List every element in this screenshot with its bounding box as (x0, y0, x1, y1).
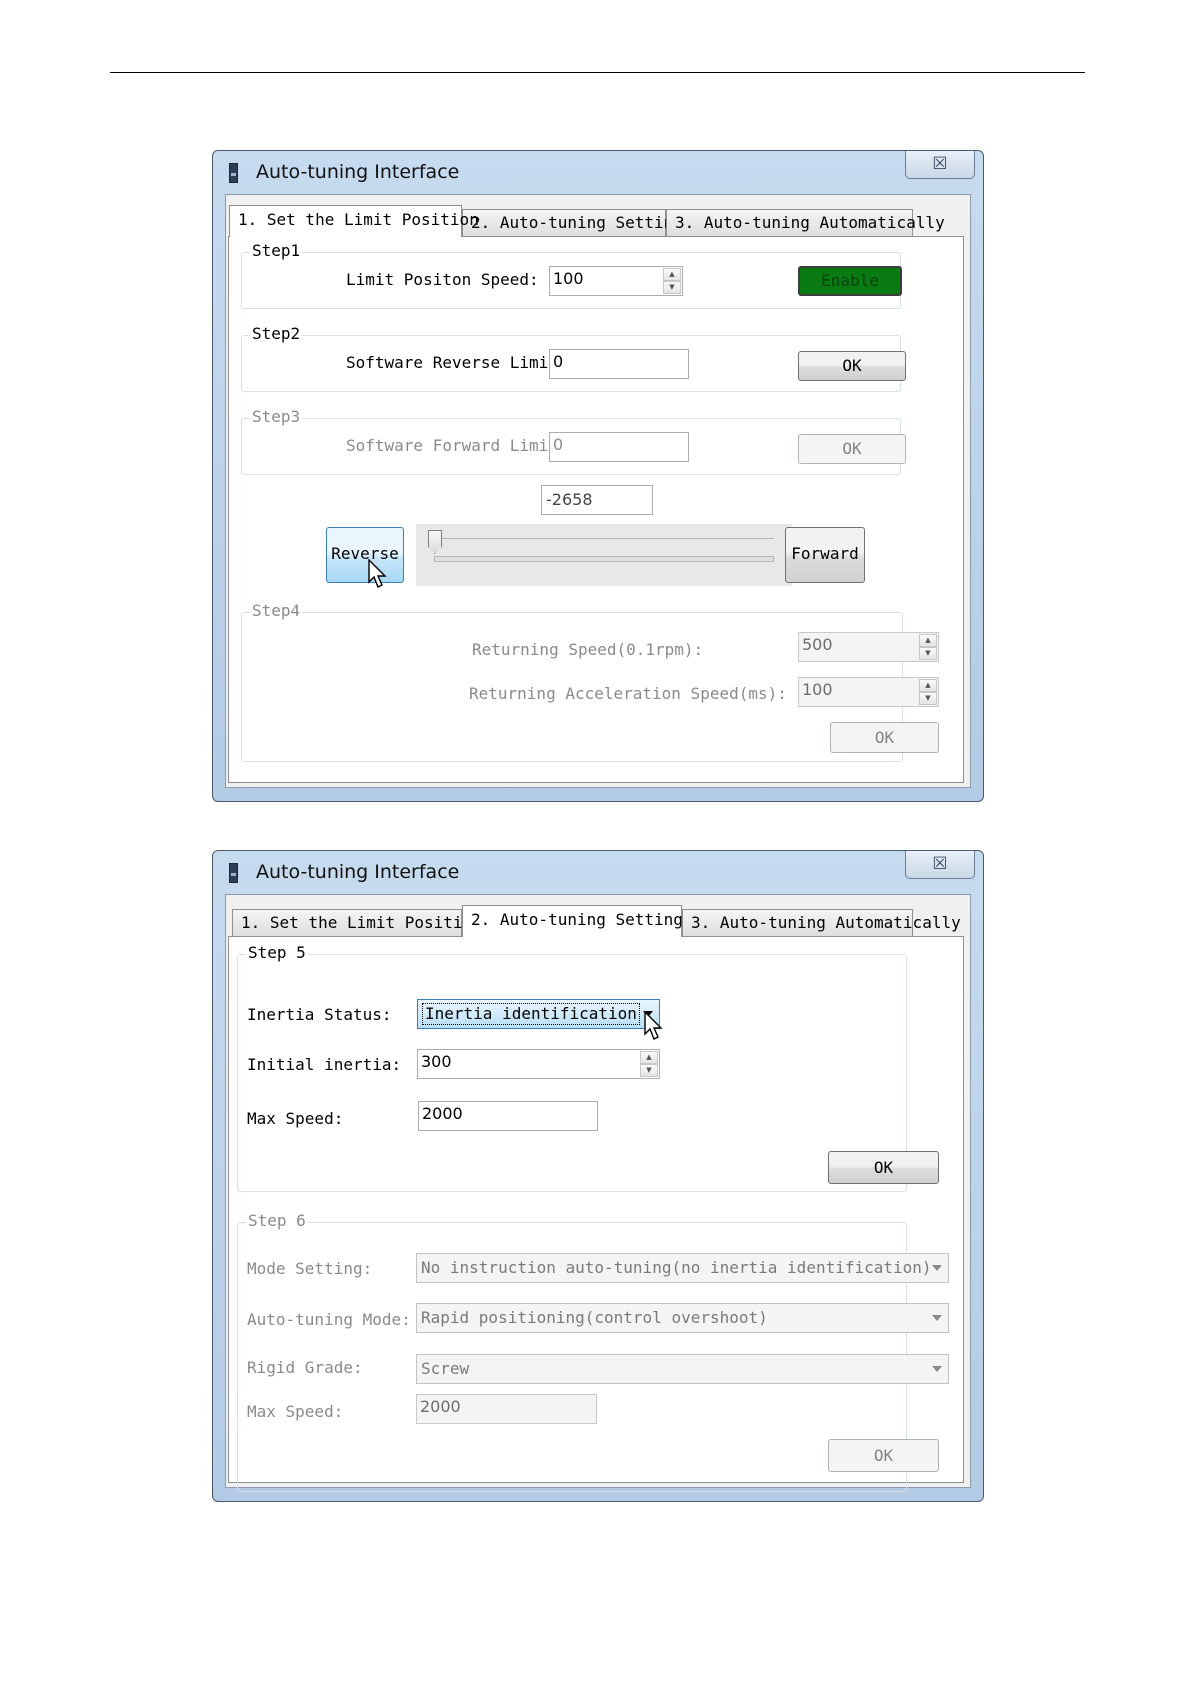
chevron-down-icon (932, 1366, 942, 1372)
chevron-down-icon (932, 1315, 942, 1321)
reverse-button[interactable]: Reverse (326, 527, 404, 583)
returning-accel-value: 100 (802, 680, 833, 699)
autotune-mode-label: Auto-tuning Mode: (247, 1310, 411, 1329)
window-title: Auto-tuning Interface (256, 861, 460, 883)
step3-group: Step3 Software Forward Limit: 0 OK (241, 407, 906, 475)
step5-ok-button[interactable]: OK (828, 1151, 939, 1184)
step1-group: Step1 Limit Positon Speed: 100 ▲ ▼ Enable (241, 241, 902, 309)
tab-strip: 1. Set the Limit Position 2. Auto-tuning… (228, 205, 964, 237)
returning-accel-spinner[interactable]: ▲ ▼ (919, 679, 937, 705)
returning-accel-input[interactable]: 100 ▲ ▼ (798, 677, 939, 707)
tab-auto-tuning-automatically[interactable]: 3. Auto-tuning Automatically (682, 909, 961, 936)
step6-group: Step 6 Mode Setting: No instruction auto… (237, 1211, 949, 1492)
title-bar[interactable]: Auto-tuning Interface ☒ (213, 151, 983, 193)
forward-button[interactable]: Forward (785, 527, 865, 583)
mouse-cursor-icon (368, 559, 387, 588)
autotune-mode-select[interactable]: Rapid positioning(control overshoot) (416, 1303, 949, 1333)
forward-limit-label: Software Forward Limit: (346, 436, 568, 455)
initial-inertia-input[interactable]: 300 ▲ ▼ (417, 1049, 660, 1079)
mode-setting-value: No instruction auto-tuning(no inertia id… (421, 1258, 932, 1277)
page-top-rule (110, 72, 1085, 73)
inertia-status-value: Inertia identification (422, 1003, 640, 1025)
reverse-limit-label: Software Reverse Limit: (346, 353, 568, 372)
tab-strip: 1. Set the Limit Position 2. Auto-tuning… (228, 905, 964, 937)
step1-title: Step1 (250, 241, 303, 260)
jog-slider[interactable] (416, 524, 792, 586)
step6-title: Step 6 (246, 1211, 308, 1230)
tab-set-limit-position[interactable]: 1. Set the Limit Position (229, 205, 479, 237)
step6-ok-button[interactable]: OK (828, 1439, 939, 1472)
tab-set-limit-position[interactable]: 1. Set the Limit Position (232, 909, 482, 936)
returning-speed-spinner[interactable]: ▲ ▼ (919, 634, 937, 660)
tab-auto-tuning-setting[interactable]: 2. Auto-tuning Setting (462, 209, 683, 236)
slider-tick-line (434, 538, 774, 539)
position-readout: -2658 (541, 485, 653, 515)
tab-panel-auto-tuning-setting: Step 5 Inertia Status: Inertia identific… (228, 936, 964, 1492)
mouse-cursor-icon (644, 1011, 663, 1040)
window-title: Auto-tuning Interface (256, 161, 460, 183)
autotune-mode-value: Rapid positioning(control overshoot) (421, 1308, 768, 1327)
spin-up-icon[interactable]: ▲ (663, 268, 681, 281)
app-icon (229, 163, 238, 183)
spin-up-icon[interactable]: ▲ (919, 679, 937, 692)
limit-speed-spinner[interactable]: ▲ ▼ (663, 268, 681, 294)
tab-auto-tuning-setting[interactable]: 2. Auto-tuning Setting (462, 905, 683, 937)
rigid-grade-value: Screw (421, 1359, 470, 1378)
window-client: 1. Set the Limit Position 2. Auto-tuning… (225, 894, 971, 1492)
step4-group: Step4 Returning Speed(0.1rpm): 500 ▲ ▼ Re… (241, 601, 939, 762)
max-speed-label: Max Speed: (247, 1109, 344, 1128)
forward-limit-input[interactable]: 0 (549, 432, 689, 462)
step2-title: Step2 (250, 324, 303, 343)
tab-auto-tuning-automatically[interactable]: 3. Auto-tuning Automatically (666, 209, 945, 236)
spin-up-icon[interactable]: ▲ (640, 1051, 658, 1064)
enable-button[interactable]: Enable (798, 266, 902, 296)
slider-track (434, 556, 774, 562)
step4-title: Step4 (250, 601, 303, 620)
spin-down-icon[interactable]: ▼ (919, 647, 937, 660)
app-icon (229, 863, 238, 883)
spin-down-icon[interactable]: ▼ (640, 1064, 658, 1077)
spin-down-icon[interactable]: ▼ (663, 281, 681, 294)
returning-speed-value: 500 (802, 635, 833, 654)
step4-ok-button[interactable]: OK (830, 722, 939, 753)
initial-inertia-spinner[interactable]: ▲ ▼ (640, 1051, 658, 1077)
auto-tuning-window-1: Auto-tuning Interface ☒ 1. Set the Limit… (212, 150, 984, 802)
rigid-grade-label: Rigid Grade: (247, 1358, 363, 1377)
step2-ok-button[interactable]: OK (798, 351, 906, 381)
step5-title: Step 5 (246, 943, 308, 962)
step5-group: Step 5 Inertia Status: Inertia identific… (237, 943, 939, 1192)
reverse-limit-input[interactable]: 0 (549, 349, 689, 379)
returning-speed-input[interactable]: 500 ▲ ▼ (798, 632, 939, 662)
step2-group: Step2 Software Reverse Limit: 0 OK (241, 324, 906, 392)
returning-speed-label: Returning Speed(0.1rpm): (472, 640, 704, 659)
slider-thumb[interactable] (428, 530, 442, 554)
returning-accel-label: Returning Acceleration Speed(ms): (469, 684, 787, 703)
inertia-status-label: Inertia Status: (247, 1005, 392, 1024)
tab-panel-limit-position: Step1 Limit Positon Speed: 100 ▲ ▼ Enable… (228, 236, 964, 783)
window-client: 1. Set the Limit Position 2. Auto-tuning… (225, 194, 971, 788)
step6-max-speed-input[interactable]: 2000 (416, 1394, 597, 1424)
title-bar[interactable]: Auto-tuning Interface ☒ (213, 851, 983, 893)
initial-inertia-label: Initial inertia: (247, 1055, 402, 1074)
chevron-down-icon (932, 1265, 942, 1271)
spin-up-icon[interactable]: ▲ (919, 634, 937, 647)
spin-down-icon[interactable]: ▼ (919, 692, 937, 705)
limit-speed-value: 100 (553, 269, 584, 288)
close-button[interactable]: ☒ (905, 151, 975, 179)
inertia-status-select[interactable]: Inertia identification (417, 999, 660, 1029)
step3-title: Step3 (250, 407, 303, 426)
step6-max-speed-label: Max Speed: (247, 1402, 344, 1421)
mode-setting-select[interactable]: No instruction auto-tuning(no inertia id… (416, 1253, 949, 1283)
limit-speed-input[interactable]: 100 ▲ ▼ (549, 266, 683, 296)
initial-inertia-value: 300 (421, 1052, 452, 1071)
auto-tuning-window-2: Auto-tuning Interface ☒ 1. Set the Limit… (212, 850, 984, 1502)
mode-setting-label: Mode Setting: (247, 1259, 373, 1278)
step3-ok-button[interactable]: OK (798, 434, 906, 464)
max-speed-input[interactable]: 2000 (418, 1101, 598, 1131)
close-button[interactable]: ☒ (905, 851, 975, 879)
rigid-grade-select[interactable]: Screw (416, 1354, 949, 1384)
limit-speed-label: Limit Positon Speed: (346, 270, 539, 289)
